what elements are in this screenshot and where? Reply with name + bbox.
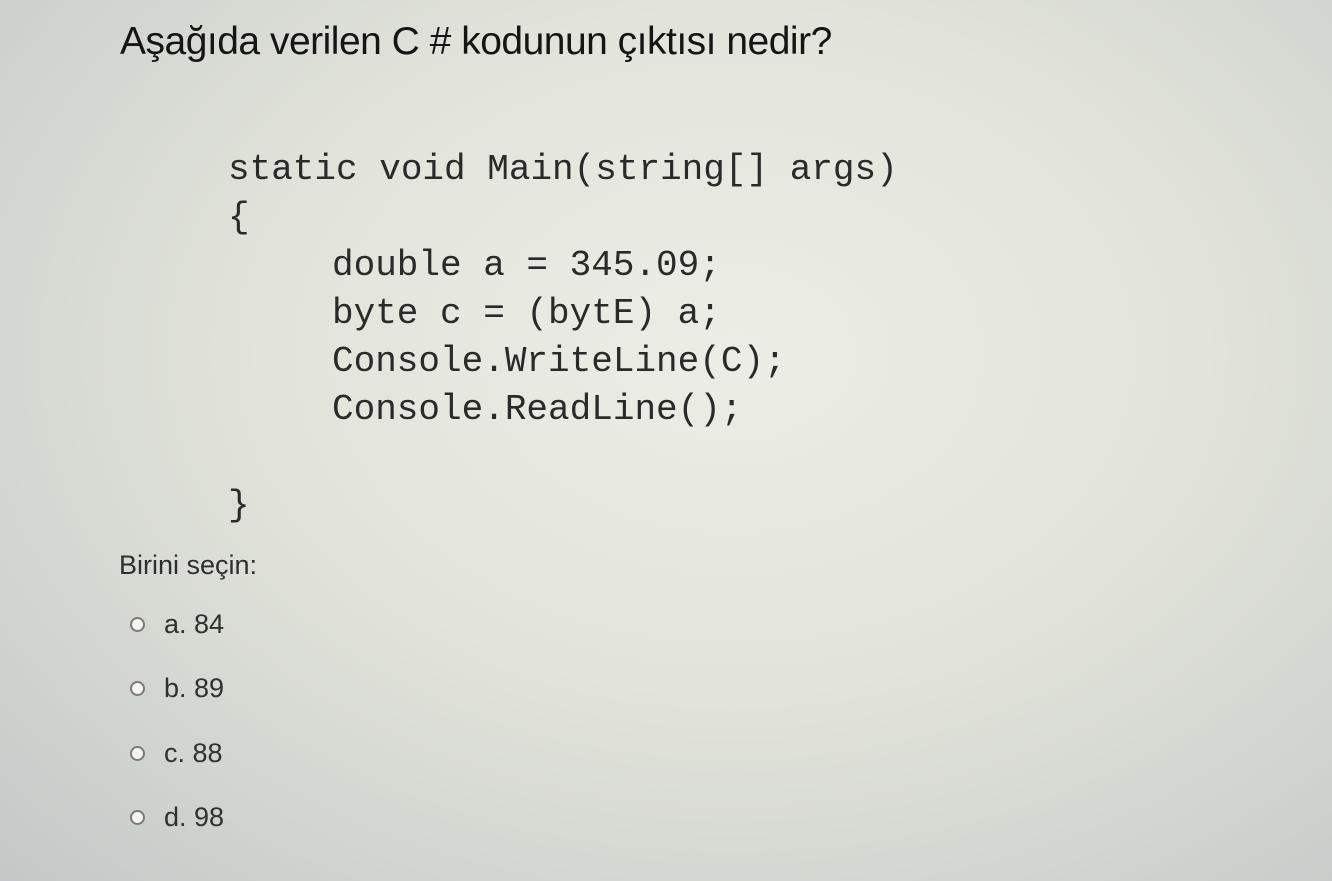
question-title: Aşağıda verilen C # kodunun çıktısı nedi…	[120, 20, 832, 63]
code-line: {	[228, 197, 250, 238]
answer-prompt: Birini seçin:	[119, 550, 258, 580]
radio-button-a[interactable]	[130, 616, 145, 632]
code-line: static void Main(string[] args)	[228, 149, 898, 190]
answer-options: a. 84 b. 89 c. 88 d. 98	[130, 603, 224, 861]
radio-button-b[interactable]	[130, 681, 145, 697]
option-a[interactable]: a. 84	[130, 603, 224, 668]
code-line: Console.ReadLine();	[332, 389, 743, 430]
code-line: double a = 345.09;	[332, 245, 721, 286]
radio-button-d[interactable]	[130, 810, 145, 826]
option-label: a. 84	[164, 608, 225, 639]
option-label: b. 89	[164, 673, 225, 704]
radio-button-c[interactable]	[130, 745, 145, 761]
option-label: c. 88	[164, 737, 223, 768]
code-block: static void Main(string[] args) { double…	[228, 146, 898, 530]
code-line: byte c = (bytE) a;	[332, 293, 721, 334]
option-label: d. 98	[164, 802, 225, 833]
code-line: Console.WriteLine(C);	[332, 341, 786, 382]
option-d[interactable]: d. 98	[130, 797, 224, 862]
option-c[interactable]: c. 88	[130, 732, 224, 797]
code-line: }	[228, 485, 250, 526]
option-b[interactable]: b. 89	[130, 668, 224, 733]
